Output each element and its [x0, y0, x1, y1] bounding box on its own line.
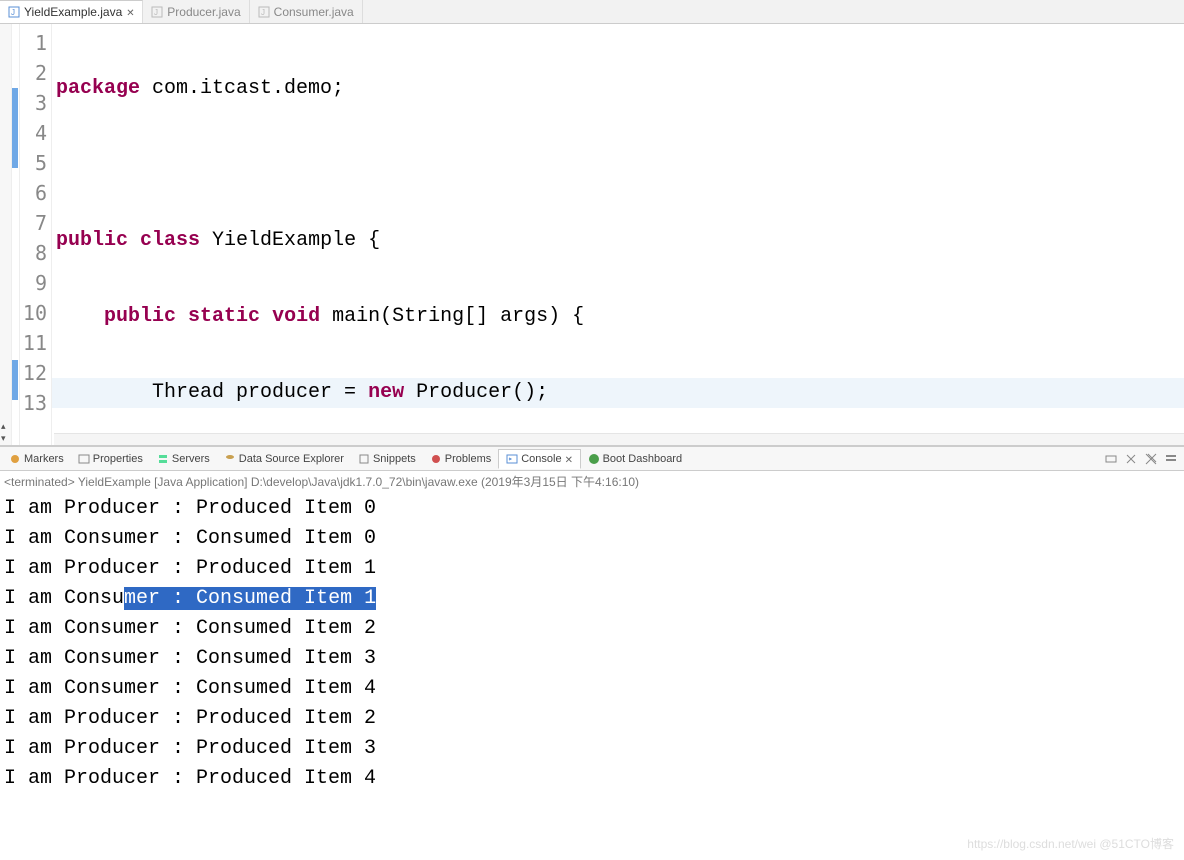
- view-toolbar: [1104, 452, 1184, 466]
- overview-ruler[interactable]: [0, 24, 12, 445]
- java-file-icon: J: [258, 6, 270, 18]
- pin-icon[interactable]: [1104, 452, 1118, 466]
- view-tabbar: Markers Properties Servers Data Source E…: [0, 447, 1184, 471]
- remove-launch-icon[interactable]: [1124, 452, 1138, 466]
- watermark: https://blog.csdn.net/wei @51CTO博客: [967, 835, 1174, 852]
- line-number: 2: [20, 58, 51, 88]
- view-servers[interactable]: Servers: [150, 449, 217, 469]
- line-number: 10: [20, 298, 51, 328]
- markers-icon: [9, 453, 21, 465]
- view-snippets[interactable]: Snippets: [351, 449, 423, 469]
- line-number: 6: [20, 178, 51, 208]
- problems-icon: [430, 453, 442, 465]
- line-number: 13: [20, 388, 51, 418]
- line-number: 4: [20, 118, 51, 148]
- bottom-panel: Markers Properties Servers Data Source E…: [0, 446, 1184, 860]
- remove-all-icon[interactable]: [1144, 452, 1158, 466]
- snippets-icon: [358, 453, 370, 465]
- horizontal-scrollbar[interactable]: [54, 433, 1184, 445]
- code-editor[interactable]: package com.itcast.demo; public class Yi…: [52, 24, 1184, 445]
- svg-text:J: J: [261, 8, 265, 17]
- menu-icon[interactable]: [1164, 452, 1178, 466]
- tab-label: Producer.java: [167, 5, 240, 19]
- view-console[interactable]: Console ✕: [498, 449, 580, 469]
- properties-icon: [78, 453, 90, 465]
- tab-yieldexample[interactable]: J YieldExample.java ✕: [0, 0, 143, 23]
- change-marker: [12, 360, 18, 400]
- change-marker: [12, 88, 18, 168]
- console-icon: [506, 453, 518, 465]
- java-file-icon: J: [8, 6, 20, 18]
- datasource-icon: [224, 453, 236, 465]
- line-number: 3: [20, 88, 51, 118]
- marker-bar[interactable]: [12, 24, 20, 445]
- tab-consumer[interactable]: J Consumer.java: [250, 0, 363, 23]
- view-markers[interactable]: Markers: [2, 449, 71, 469]
- line-number: 12: [20, 358, 51, 388]
- tab-producer[interactable]: J Producer.java: [143, 0, 249, 23]
- editor-pane: 1 2 3 4 5 6 7 8 9 10 11 12 13 package co…: [0, 24, 1184, 446]
- line-number: 9: [20, 268, 51, 298]
- java-file-icon: J: [151, 6, 163, 18]
- close-icon[interactable]: ✕: [565, 455, 573, 463]
- scroll-arrows: ▴ ▾: [0, 421, 12, 443]
- svg-text:J: J: [11, 8, 15, 17]
- line-number: 1: [20, 28, 51, 58]
- servers-icon: [157, 453, 169, 465]
- line-number: 8: [20, 238, 51, 268]
- scroll-down-icon[interactable]: ▾: [1, 433, 11, 443]
- line-number: 7: [20, 208, 51, 238]
- line-number-gutter[interactable]: 1 2 3 4 5 6 7 8 9 10 11 12 13: [20, 24, 52, 445]
- view-boot[interactable]: Boot Dashboard: [581, 449, 690, 469]
- console-launch-label: <terminated> YieldExample [Java Applicat…: [0, 471, 1184, 492]
- boot-icon: [588, 453, 600, 465]
- view-problems[interactable]: Problems: [423, 449, 498, 469]
- line-number: 11: [20, 328, 51, 358]
- view-properties[interactable]: Properties: [71, 449, 150, 469]
- svg-text:J: J: [154, 8, 158, 17]
- tab-label: YieldExample.java: [24, 5, 122, 19]
- console-output[interactable]: I am Producer : Produced Item 0I am Cons…: [0, 492, 1184, 796]
- line-number: 5: [20, 148, 51, 178]
- view-datasource[interactable]: Data Source Explorer: [217, 449, 351, 469]
- scroll-up-icon[interactable]: ▴: [1, 421, 11, 431]
- selected-text: mer : Consumed Item 1: [124, 587, 376, 610]
- editor-tabbar: J YieldExample.java ✕ J Producer.java J …: [0, 0, 1184, 24]
- tab-label: Consumer.java: [274, 5, 354, 19]
- close-icon[interactable]: ✕: [126, 8, 134, 16]
